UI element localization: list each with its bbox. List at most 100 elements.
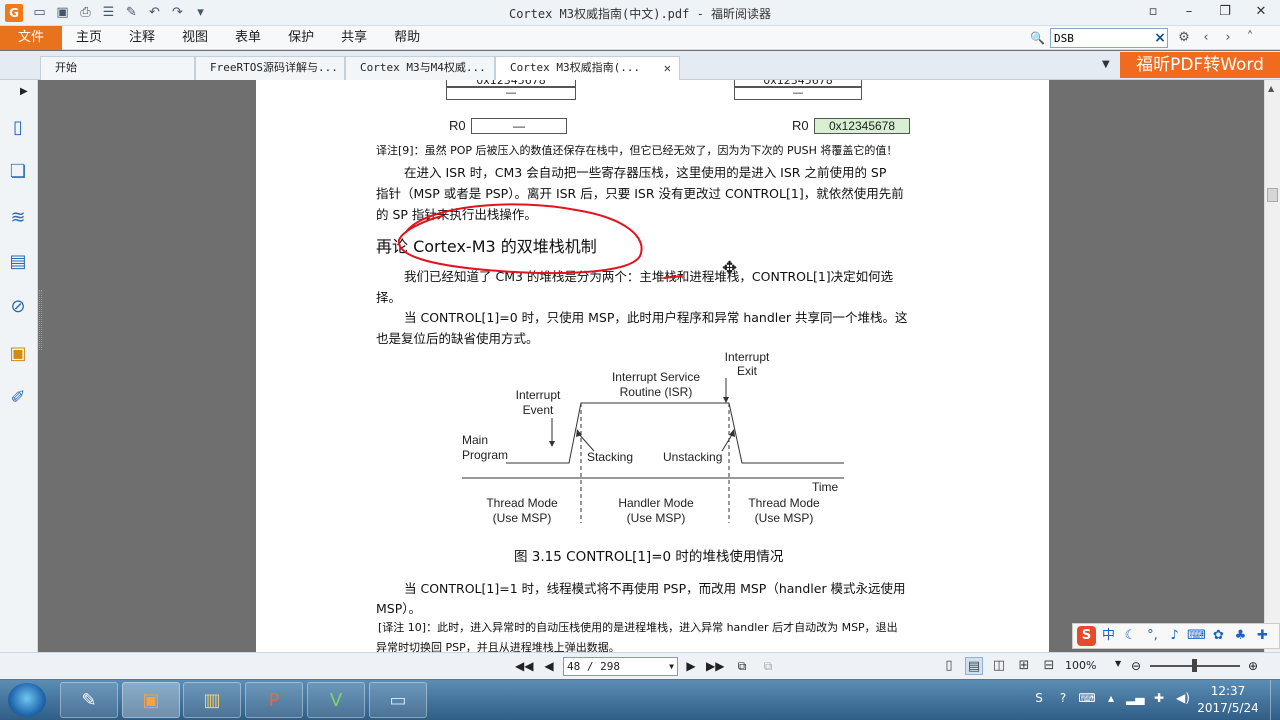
show-hidden-icons-icon[interactable]: ▴	[1102, 688, 1120, 708]
menu-bar: 文件 主页 注释 视图 表单 保护 共享 帮助 🔍 × ⚙ ‹ › ˄	[0, 26, 1280, 50]
page-thumbnail-icon[interactable]: ▯	[6, 116, 30, 140]
label-thread-mode-left-1: Thread Mode	[486, 496, 558, 510]
close-button[interactable]: ✕	[1250, 2, 1272, 22]
continuous-view-icon[interactable]: ▤	[965, 657, 983, 675]
paragraph-3-line-1: 当 CONTROL[1]=0 时，只使用 MSP，此时用户程序和异常 handl…	[404, 310, 908, 325]
ribbon-toggle-icon[interactable]: ▫	[1142, 2, 1164, 22]
tab-cortex-m3-guide[interactable]: Cortex M3权威指南(... ✕	[495, 56, 680, 80]
label-handler-mode-1: Handler Mode	[618, 496, 694, 510]
comments-icon[interactable]: ▤	[6, 250, 30, 274]
menu-form[interactable]: 表单	[235, 26, 261, 50]
paragraph-1-line-2: 指针（MSP 或者是 PSP）。离开 ISR 后，只要 ISR 没有更改过 CO…	[376, 186, 904, 201]
start-button[interactable]	[8, 683, 46, 717]
translator-note-10-line-1: [译注 10]：此时，进入异常时的自动压栈使用的是进程堆栈，进入异常 handl…	[378, 621, 898, 634]
paragraph-2-line-1: 我们已经知道了 CM3 的堆栈是分为两个：主堆栈和进程堆栈，CONTROL[1]…	[404, 269, 894, 284]
document-viewport[interactable]: 0x12345678 — 0x12345678 — R0 — R0 0x1234…	[42, 80, 1264, 652]
sogou-logo-icon[interactable]: S	[1077, 626, 1096, 646]
update-icon[interactable]: ✚	[1150, 688, 1168, 708]
page-dropdown-icon[interactable]: ▼	[669, 658, 674, 675]
powerpoint-icon[interactable]: P	[245, 682, 303, 718]
explorer-icon[interactable]: ▥	[183, 682, 241, 718]
minimize-button[interactable]: –	[1178, 2, 1200, 22]
tools-icon[interactable]: ✚	[1253, 626, 1272, 646]
continuous-facing-view-icon[interactable]: ⊞	[1015, 657, 1033, 675]
punctuation-icon[interactable]: °,	[1143, 626, 1162, 646]
signature-icon[interactable]: ✐	[6, 386, 30, 410]
page-number-value: 48 / 298	[567, 660, 620, 673]
document-tab-bar: 开始 FreeRTOS源码详解与... Cortex M3与M4权威... Co…	[0, 51, 1280, 80]
zoom-slider-thumb[interactable]	[1192, 659, 1197, 672]
scroll-up-icon[interactable]: ▲	[1268, 84, 1274, 93]
pdf-to-word-promo[interactable]: 福昕PDF转Word	[1120, 52, 1280, 78]
label-interrupt-exit-2: Exit	[737, 364, 758, 378]
menu-share[interactable]: 共享	[341, 26, 367, 50]
layers-icon[interactable]: ≋	[6, 206, 30, 230]
menu-help[interactable]: 帮助	[394, 26, 420, 50]
search-icon[interactable]: 🔍	[1030, 30, 1046, 46]
system-clock[interactable]: 12:37 2017/5/24	[1196, 683, 1260, 717]
notepad-icon[interactable]: ✎	[60, 682, 118, 718]
zoom-dropdown-icon[interactable]: ▼	[1115, 659, 1121, 668]
tab-start[interactable]: 开始	[40, 56, 195, 80]
pages-icon[interactable]: ❏	[6, 160, 30, 184]
network-icon[interactable]: ▂▄	[1126, 688, 1144, 708]
menu-file[interactable]: 文件	[0, 26, 62, 50]
next-view-icon[interactable]: ⧉	[759, 657, 777, 675]
expand-sidebar-icon[interactable]: ▶	[20, 86, 28, 97]
help-tray-icon[interactable]: ?	[1054, 688, 1072, 708]
r0-label-left: R0	[449, 118, 466, 133]
single-page-view-icon[interactable]: ▯	[940, 657, 958, 675]
tab-list-dropdown-icon[interactable]: ▼	[1102, 59, 1110, 70]
label-main-program-1: Main	[462, 433, 488, 447]
next-page-icon[interactable]: ▶	[682, 657, 700, 675]
sogou-tray-icon[interactable]: S	[1030, 688, 1048, 708]
ime-mode-chinese[interactable]: 中	[1099, 626, 1118, 646]
previous-view-icon[interactable]: ⧉	[733, 657, 751, 675]
clear-search-icon[interactable]: ×	[1153, 30, 1167, 46]
zoom-out-icon[interactable]: ⊖	[1127, 657, 1145, 675]
moon-icon[interactable]: ☾	[1121, 626, 1140, 646]
system-tray: S ? ⌨ ▴ ▂▄ ✚ ◀)	[1030, 688, 1192, 708]
vertical-scrollbar[interactable]: ▲	[1264, 80, 1280, 652]
page-number-input[interactable]: 48 / 298 ▼	[563, 657, 678, 676]
zoom-in-icon[interactable]: ⊕	[1244, 657, 1262, 675]
tab-cortex-m3-m4[interactable]: Cortex M3与M4权威...	[345, 56, 495, 80]
collapse-ribbon-icon[interactable]: ˄	[1242, 28, 1258, 48]
tab-label: Cortex M3与M4权威...	[360, 61, 486, 74]
search-prev-icon[interactable]: ‹	[1198, 28, 1214, 48]
menu-protect[interactable]: 保护	[288, 26, 314, 50]
shirt-icon[interactable]: ♣	[1231, 626, 1250, 646]
left-sidebar: ▯ ❏ ≋ ▤ ⊘ ▣ ✐	[0, 80, 38, 652]
search-next-icon[interactable]: ›	[1220, 28, 1236, 48]
restore-button[interactable]: ❐	[1214, 2, 1236, 22]
foxit-icon[interactable]: ▣	[122, 682, 180, 718]
split-view-icon[interactable]: ⊟	[1040, 657, 1058, 675]
keyboard-tray-icon[interactable]: ⌨	[1078, 688, 1096, 708]
menu-comment[interactable]: 注释	[129, 26, 155, 50]
security-lock-icon[interactable]: ▣	[6, 342, 30, 366]
facing-view-icon[interactable]: ◫	[990, 657, 1008, 675]
window-icon[interactable]: ▭	[369, 682, 427, 718]
prev-page-icon[interactable]: ◀	[540, 657, 558, 675]
tab-label: Cortex M3权威指南(...	[510, 61, 641, 74]
window-controls: ▫ – ❐ ✕	[1142, 2, 1272, 22]
search-input[interactable]	[1050, 28, 1168, 48]
zoom-level[interactable]: 100%	[1065, 659, 1096, 672]
last-page-icon[interactable]: ▶▶	[706, 657, 724, 675]
mic-icon[interactable]: ♪	[1165, 626, 1184, 646]
vs-icon[interactable]: V	[307, 682, 365, 718]
skin-icon[interactable]: ✿	[1209, 626, 1228, 646]
tab-close-icon[interactable]: ✕	[664, 57, 671, 79]
clock-time: 12:37	[1210, 684, 1246, 698]
volume-icon[interactable]: ◀)	[1174, 688, 1192, 708]
show-desktop-button[interactable]	[1270, 680, 1280, 720]
scroll-thumb[interactable]	[1267, 188, 1278, 202]
attachment-icon[interactable]: ⊘	[6, 295, 30, 319]
label-interrupt-exit-1: Interrupt	[725, 350, 770, 364]
first-page-icon[interactable]: ◀◀	[515, 657, 533, 675]
menu-home[interactable]: 主页	[76, 26, 102, 50]
settings-gear-icon[interactable]: ⚙	[1176, 28, 1192, 48]
menu-view[interactable]: 视图	[182, 26, 208, 50]
keyboard-icon[interactable]: ⌨	[1187, 626, 1206, 646]
tab-freertos[interactable]: FreeRTOS源码详解与...	[195, 56, 345, 80]
